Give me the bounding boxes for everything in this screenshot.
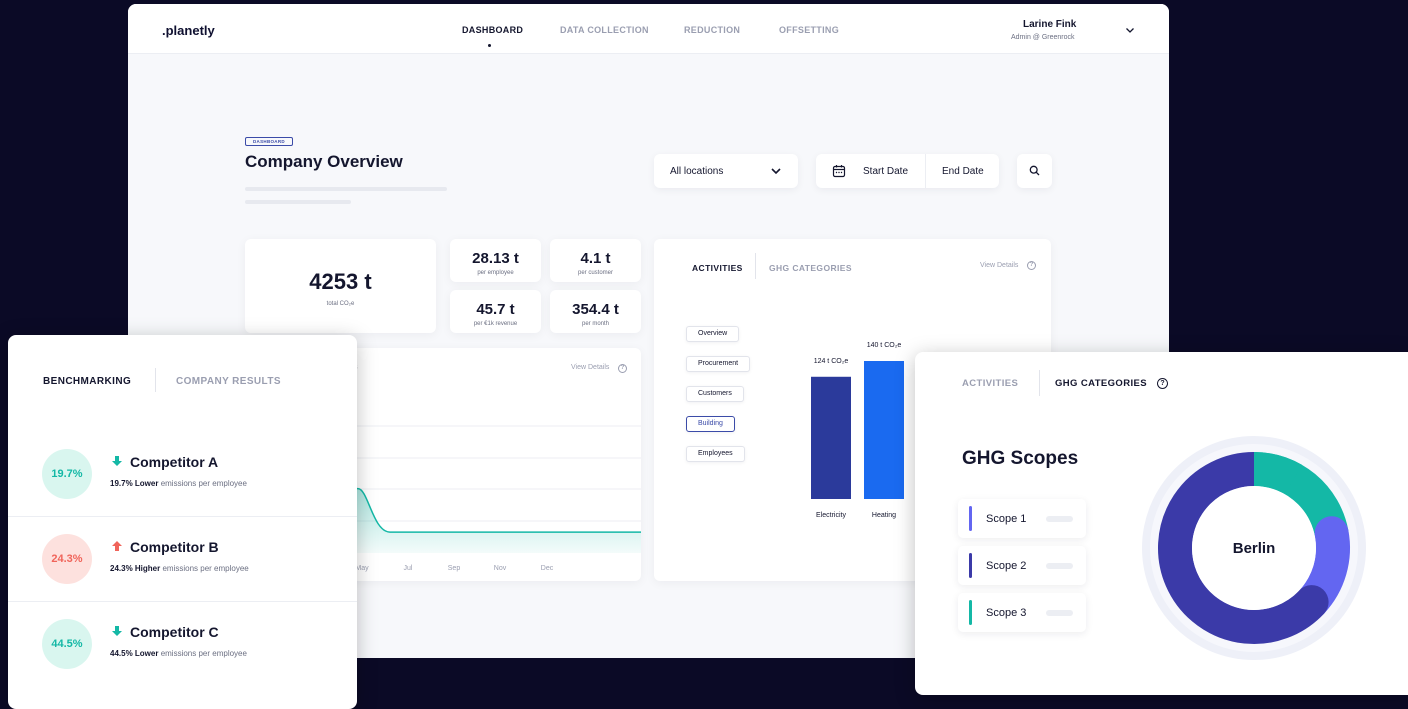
arrow-up-icon xyxy=(112,541,122,551)
scope-color-bar xyxy=(969,553,972,578)
skeleton-line xyxy=(1046,563,1073,569)
x-tick-label: Nov xyxy=(494,565,507,572)
search-icon xyxy=(1029,165,1040,176)
competitor-name: Competitor B xyxy=(130,539,219,555)
bar-electricity xyxy=(811,376,851,499)
competitor-row[interactable]: 19.7% Competitor A 19.7% Lower emissions… xyxy=(8,432,357,517)
kpi-total-value: 4253 t xyxy=(309,269,372,294)
tab-company-results[interactable]: COMPANY RESULTS xyxy=(176,376,281,387)
tab-ghg-categories[interactable]: GHG CATEGORIES xyxy=(1055,378,1147,389)
user-name[interactable]: Larine Fink xyxy=(1023,19,1076,30)
kpi-per-customer: 4.1 t per customer xyxy=(550,239,641,282)
tab-divider xyxy=(155,368,156,392)
top-navigation: .planetly DASHBOARD DATA COLLECTION REDU… xyxy=(128,4,1169,54)
help-icon[interactable]: ? xyxy=(1157,378,1168,389)
competitor-row[interactable]: 24.3% Competitor B 24.3% Higher emission… xyxy=(8,517,357,602)
dashboard-badge: DASHBOARD xyxy=(245,137,293,146)
kpi-value: 4.1 t xyxy=(580,250,611,267)
bar-data-label: 124 t CO₂e xyxy=(814,358,849,365)
x-tick-label: Sep xyxy=(448,565,461,572)
donut-center-label: Berlin xyxy=(1233,540,1276,557)
kpi-value: 354.4 t xyxy=(572,301,619,318)
skeleton-line xyxy=(1046,516,1073,522)
competitor-name: Competitor A xyxy=(130,454,219,470)
scope-label: Scope 3 xyxy=(986,607,1027,619)
donut-slice-scope-3-cap xyxy=(1253,452,1302,495)
kpi-label: per employee xyxy=(477,270,514,276)
user-role: Admin @ Greenrock xyxy=(1011,34,1075,41)
tab-benchmarking[interactable]: BENCHMARKING xyxy=(43,376,131,387)
arrow-down-icon xyxy=(112,626,122,636)
date-range-picker: Start Date End Date xyxy=(816,154,999,188)
kpi-per-employee: 28.13 t per employee xyxy=(450,239,541,282)
kpi-total-label: total CO₂e xyxy=(326,301,355,307)
x-tick-label: Jul xyxy=(404,565,413,572)
kpi-label: per customer xyxy=(577,270,613,276)
competitor-description: 44.5% Lower emissions per employee xyxy=(110,649,247,658)
scope-color-bar xyxy=(969,600,972,625)
nav-offsetting[interactable]: OFFSETTING xyxy=(779,25,839,35)
competitor-name: Competitor C xyxy=(130,624,219,640)
tab-divider xyxy=(1039,370,1040,396)
scope-label: Scope 1 xyxy=(986,513,1027,525)
tab-activities[interactable]: ACTIVITIES xyxy=(962,378,1018,389)
competitor-percent-badge: 24.3% xyxy=(42,534,92,584)
scope-1-item[interactable]: Scope 1 xyxy=(958,499,1086,538)
kpi-label: per month xyxy=(581,321,609,327)
kpi-label: per €1k revenue xyxy=(473,321,518,327)
divider xyxy=(925,154,926,188)
competitor-percent-badge: 19.7% xyxy=(42,449,92,499)
nav-active-indicator xyxy=(488,44,491,47)
competitor-row[interactable]: 44.5% Competitor C 44.5% Lower emissions… xyxy=(8,602,357,687)
scope-2-item[interactable]: Scope 2 xyxy=(958,546,1086,585)
skeleton-line xyxy=(245,187,447,191)
nav-data-collection[interactable]: DATA COLLECTION xyxy=(560,25,649,35)
calendar-icon xyxy=(832,165,846,178)
ghg-scopes-panel: ACTIVITIES GHG CATEGORIES ? GHG Scopes S… xyxy=(915,352,1408,695)
scope-color-bar xyxy=(969,506,972,531)
kpi-total-emissions: 4253 t total CO₂e xyxy=(245,239,436,333)
competitor-description: 19.7% Lower emissions per employee xyxy=(110,479,247,488)
scope-3-item[interactable]: Scope 3 xyxy=(958,593,1086,632)
competitor-percent-badge: 44.5% xyxy=(42,619,92,669)
x-tick-label: Dec xyxy=(541,565,554,572)
bar-data-label: 140 t CO₂e xyxy=(867,342,902,349)
arrow-down-icon xyxy=(112,456,122,466)
location-select[interactable]: All locations xyxy=(654,154,798,188)
competitor-description: 24.3% Higher emissions per employee xyxy=(110,564,249,573)
kpi-per-revenue: 45.7 t per €1k revenue xyxy=(450,290,541,333)
skeleton-line xyxy=(245,200,351,204)
location-select-value: All locations xyxy=(670,166,724,177)
nav-reduction[interactable]: REDUCTION xyxy=(684,25,740,35)
kpi-value: 28.13 t xyxy=(472,250,519,267)
scope-label: Scope 2 xyxy=(986,560,1027,572)
chevron-down-icon[interactable] xyxy=(1124,24,1136,36)
kpi-value: 45.7 t xyxy=(476,301,515,318)
page-title: Company Overview xyxy=(245,152,403,171)
kpi-per-month: 354.4 t per month xyxy=(550,290,641,333)
bar-category-label: Electricity xyxy=(816,512,846,519)
start-date-field[interactable]: Start Date xyxy=(863,166,908,177)
chevron-down-icon xyxy=(771,168,781,175)
planetly-logo[interactable]: .planetly xyxy=(162,23,215,38)
x-tick-label: May xyxy=(355,565,369,572)
end-date-field[interactable]: End Date xyxy=(942,166,984,177)
bar-heating xyxy=(864,361,904,499)
search-button[interactable] xyxy=(1017,154,1052,188)
skeleton-line xyxy=(1046,610,1073,616)
nav-dashboard[interactable]: DASHBOARD xyxy=(462,25,523,35)
ghg-scopes-title: GHG Scopes xyxy=(962,448,1079,469)
bar-category-label: Heating xyxy=(872,512,896,519)
benchmarking-panel: BENCHMARKING COMPANY RESULTS 19.7% Compe… xyxy=(8,335,357,709)
ghg-scopes-donut-chart: Berlin xyxy=(1142,436,1366,660)
